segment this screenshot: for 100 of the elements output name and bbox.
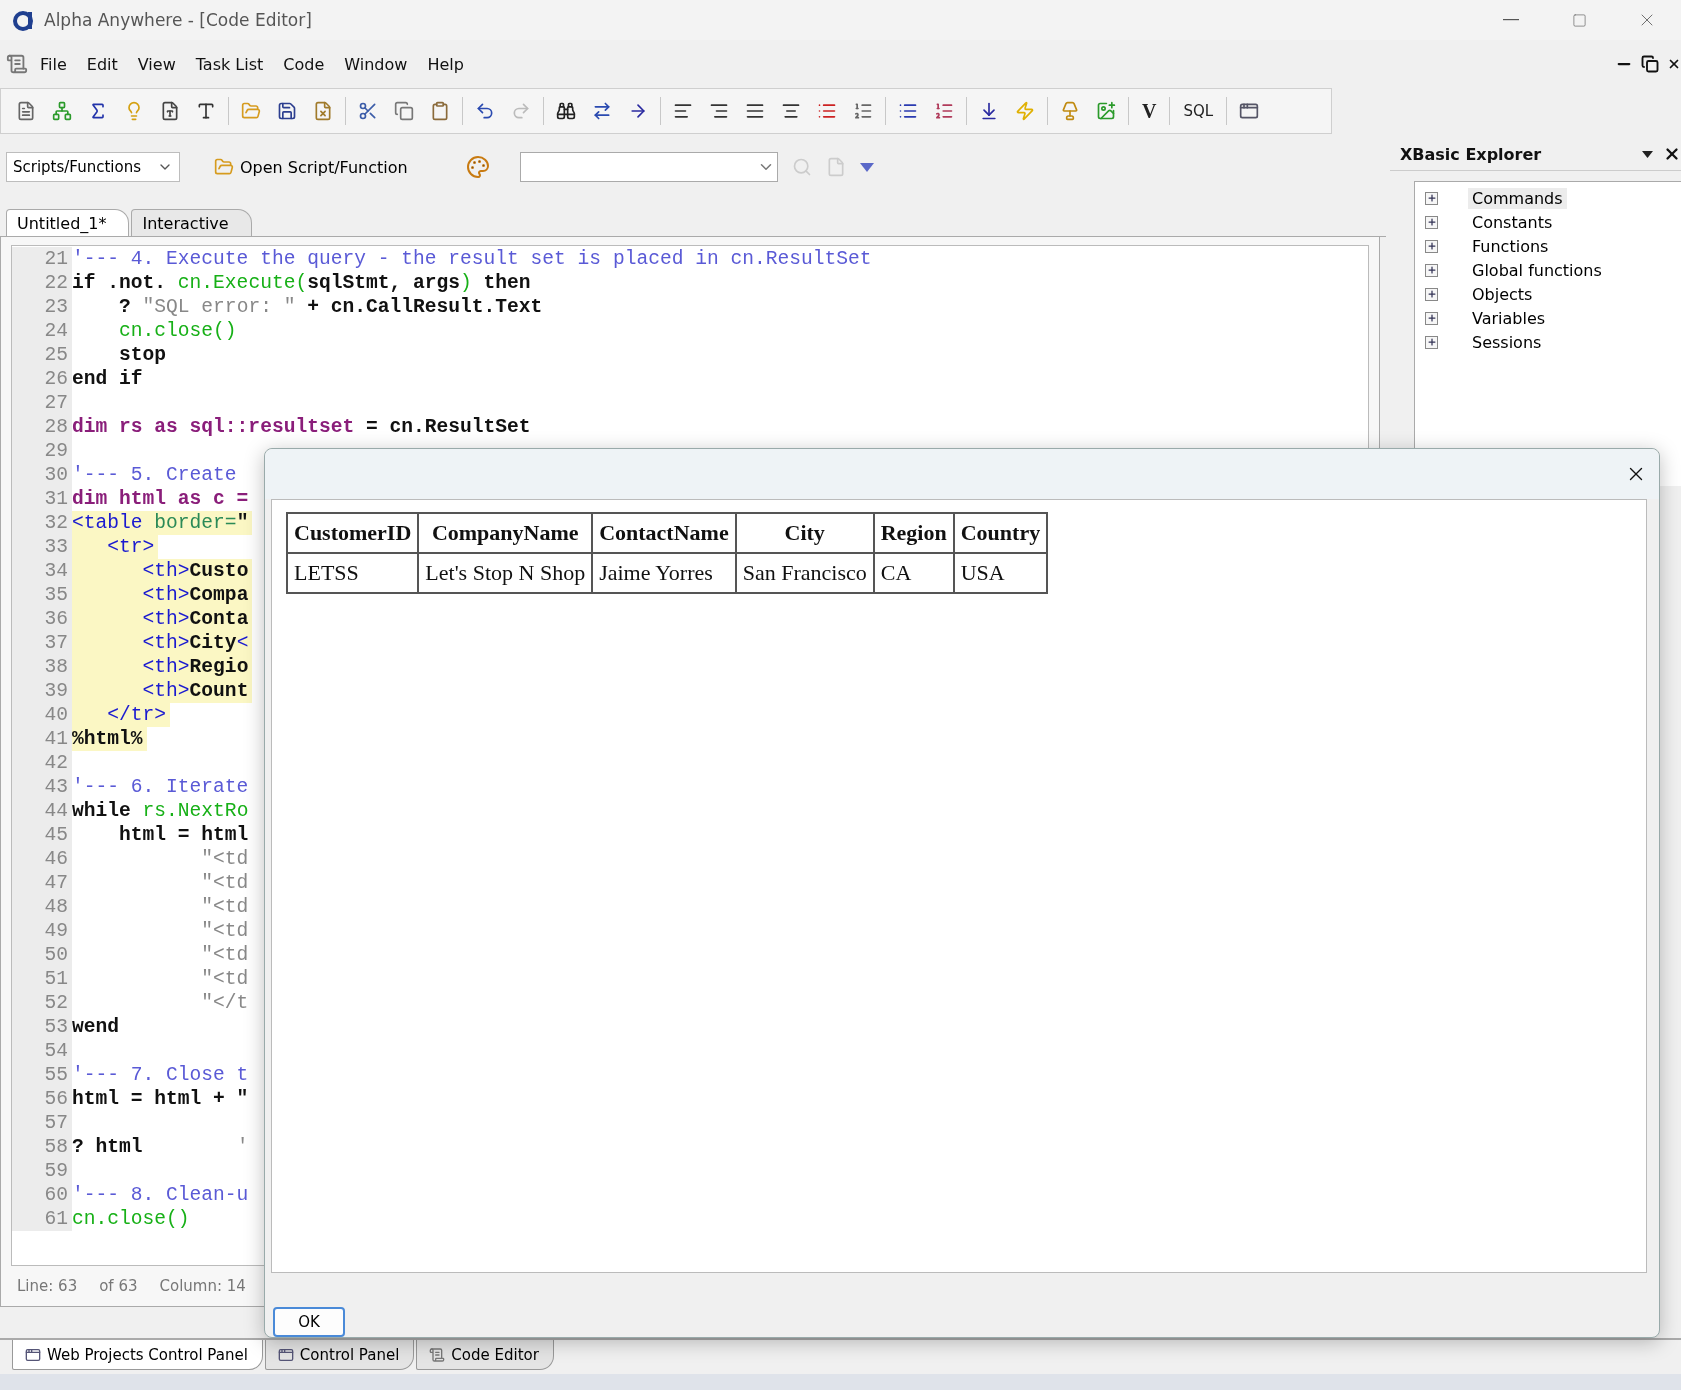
list-icon	[853, 101, 873, 121]
table-cell: LETSS	[287, 552, 419, 593]
line-number: 30	[12, 463, 72, 487]
find-icon	[556, 101, 576, 121]
folder-icon	[214, 157, 234, 177]
app-logo-icon	[12, 9, 34, 31]
palette-icon[interactable]	[465, 155, 490, 179]
window-icon	[277, 1346, 294, 1363]
replace-icon	[592, 101, 612, 121]
table-header: Region	[873, 512, 954, 553]
line-number: 36	[12, 607, 72, 631]
v-button[interactable]: V	[1134, 95, 1165, 127]
line-number: 40	[12, 703, 72, 727]
expand-icon[interactable]	[1425, 239, 1438, 253]
pane-title: XBasic Explorer	[1400, 144, 1542, 164]
menu-item[interactable]: View	[129, 50, 184, 78]
window-tab[interactable]: Web Projects Control Panel	[12, 1340, 263, 1370]
line-number: 50	[12, 943, 72, 967]
line-number: 55	[12, 1063, 72, 1087]
line-number: 33	[12, 535, 72, 559]
menu-item[interactable]: Window	[336, 50, 416, 78]
ok-button[interactable]: OK	[273, 1307, 345, 1337]
window-tab[interactable]: Control Panel	[264, 1340, 415, 1370]
dropdown-arrow-icon[interactable]	[859, 162, 874, 172]
line-number: 31	[12, 487, 72, 511]
menu-item[interactable]: Code	[275, 50, 333, 78]
window-title: Alpha Anywhere - [Code Editor]	[44, 10, 313, 30]
expand-icon[interactable]	[1425, 263, 1438, 277]
scripts-dropdown[interactable]: Scripts/Functions	[6, 152, 180, 182]
combo-field[interactable]	[519, 152, 778, 182]
line-number: 38	[12, 655, 72, 679]
tree-item[interactable]: Objects	[1468, 283, 1537, 305]
file-type-icon	[160, 101, 180, 121]
line-number: 29	[12, 439, 72, 463]
line-number: 56	[12, 1087, 72, 1111]
lightning-icon	[1015, 101, 1035, 121]
status-text: Column: 14	[159, 1277, 246, 1295]
menu-item[interactable]: Task List	[187, 50, 272, 78]
font-icon	[196, 101, 216, 121]
line-number: 32	[12, 511, 72, 535]
line-number: 41	[12, 727, 72, 751]
menu-item[interactable]: Help	[419, 50, 472, 78]
numbered-list-icon	[934, 101, 954, 121]
status-text: of 63	[99, 1277, 138, 1295]
table-header: Country	[953, 512, 1048, 553]
tree-item[interactable]: Global functions	[1468, 259, 1606, 281]
close-icon[interactable]	[1667, 57, 1681, 71]
table-header: City	[735, 512, 874, 553]
editor-tab[interactable]: Untitled_1*	[6, 209, 130, 236]
line-number: 26	[12, 367, 72, 391]
line-number: 54	[12, 1039, 72, 1063]
line-number: 58	[12, 1135, 72, 1159]
line-number: 57	[12, 1111, 72, 1135]
expand-icon[interactable]	[1425, 335, 1438, 349]
line-number: 28	[12, 415, 72, 439]
tree-icon	[52, 101, 72, 121]
restore-icon[interactable]	[1641, 55, 1659, 73]
tree-item[interactable]: Commands	[1468, 187, 1567, 209]
table-header: ContactName	[592, 512, 736, 553]
arrow-down-icon	[979, 101, 999, 121]
line-number: 43	[12, 775, 72, 799]
table-cell: Let's Stop N Shop	[418, 552, 593, 593]
pane-menu-icon[interactable]	[1642, 150, 1653, 158]
scroll-icon	[429, 1346, 446, 1363]
expand-icon[interactable]	[1425, 311, 1438, 325]
line-number: 48	[12, 895, 72, 919]
minimize-icon	[1503, 19, 1519, 21]
tree-item[interactable]: Functions	[1468, 235, 1553, 257]
expand-icon[interactable]	[1425, 215, 1438, 229]
window-icon	[25, 1346, 41, 1363]
line-number: 24	[12, 319, 72, 343]
table-cell: San Francisco	[735, 552, 874, 593]
editor-tab[interactable]: Interactive	[131, 209, 252, 236]
window-icon	[1239, 101, 1260, 121]
close-file-icon	[313, 101, 333, 121]
line-number: 22	[12, 271, 72, 295]
menu-item[interactable]: File	[32, 50, 75, 78]
sql-button[interactable]: SQL	[1175, 95, 1222, 127]
bullet-list-icon	[898, 101, 918, 121]
window-tab[interactable]: Code Editor	[416, 1340, 554, 1370]
line-number: 35	[12, 583, 72, 607]
menu-item[interactable]: Edit	[78, 50, 126, 78]
close-icon[interactable]	[1663, 145, 1681, 163]
expand-icon[interactable]	[1425, 191, 1438, 205]
cut-icon	[358, 101, 378, 121]
lamp-icon	[1060, 101, 1080, 121]
tree-item[interactable]: Sessions	[1468, 331, 1546, 353]
table-cell: Jaime Yorres	[592, 552, 736, 593]
table-cell: USA	[953, 552, 1048, 593]
line-number: 44	[12, 799, 72, 823]
open-script-button[interactable]: Open Script/Function	[210, 155, 412, 179]
line-number: 39	[12, 679, 72, 703]
expand-icon[interactable]	[1425, 287, 1438, 301]
line-number: 25	[12, 343, 72, 367]
tree-item[interactable]: Constants	[1468, 211, 1557, 233]
line-number: 49	[12, 919, 72, 943]
tree-item[interactable]: Variables	[1468, 307, 1550, 329]
line-number: 23	[12, 295, 72, 319]
save-icon	[277, 101, 297, 121]
line-number: 45	[12, 823, 72, 847]
